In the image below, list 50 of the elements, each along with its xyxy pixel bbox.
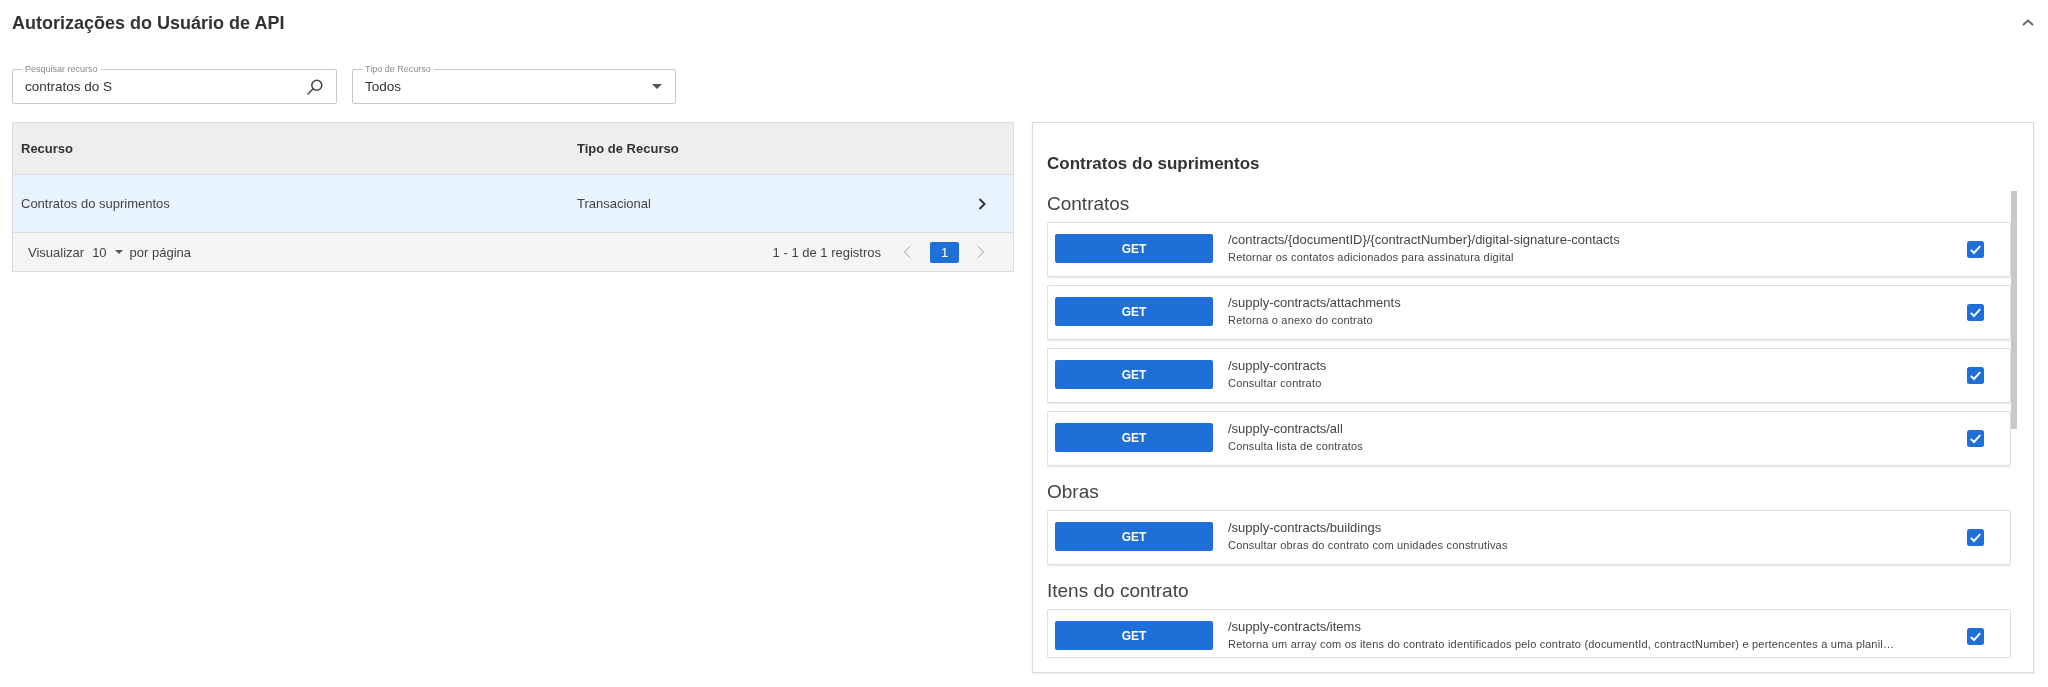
search-field[interactable]: Pesquisar recurso contratos do S — [12, 64, 337, 104]
chevron-right-icon — [977, 246, 985, 258]
group-heading: Contratos — [1047, 193, 1130, 215]
panel-title: Contratos do suprimentos — [1047, 154, 1260, 174]
checkbox[interactable] — [1967, 304, 1984, 321]
checkbox[interactable] — [1967, 628, 1984, 645]
checkbox[interactable] — [1967, 367, 1984, 384]
resource-type-select[interactable]: Tipo de Recurso Todos — [352, 64, 676, 104]
endpoint-description: Consultar obras do contrato com unidades construtivas — [1228, 538, 1508, 552]
group-heading: Obras — [1047, 481, 1099, 503]
group-heading: Itens do contrato — [1047, 580, 1189, 602]
table-cell: Transacional — [577, 196, 651, 211]
column-header: Recurso — [21, 141, 74, 156]
checkbox[interactable] — [1967, 529, 1984, 546]
records-range: 1 - 1 de 1 registros — [772, 244, 881, 260]
method-button[interactable]: GET — [1055, 234, 1213, 263]
column-header: Tipo de Recurso — [577, 141, 679, 156]
chevron-left-icon — [903, 246, 911, 258]
scrollbar-thumb[interactable] — [2011, 191, 2017, 429]
method-button[interactable]: GET — [1055, 423, 1213, 452]
chevron-up-icon — [2022, 19, 2034, 26]
show-label: Visualizar — [28, 244, 85, 260]
method-button[interactable]: GET — [1055, 297, 1213, 326]
endpoint-path: /supply-contracts/buildings — [1228, 520, 1382, 536]
caret-down-icon — [652, 84, 662, 89]
method-button[interactable]: GET — [1055, 360, 1213, 389]
endpoint-description: Consultar contrato — [1228, 376, 1322, 390]
section-title: Autorizações do Usuário de API — [12, 11, 285, 34]
checkbox[interactable] — [1967, 430, 1984, 447]
endpoint-description: Retorna um array com os itens do contrato identificados pelo contrato (documentId, contractNumber) e pertencentes a uma planil… — [1228, 637, 1895, 651]
endpoint-path: /supply-contracts/items — [1228, 619, 1361, 635]
page-size-select[interactable]: 10 — [92, 244, 123, 260]
checkbox[interactable] — [1967, 241, 1984, 258]
table-cell: Contratos do suprimentos — [21, 196, 170, 211]
endpoint-path: /supply-contracts/all — [1228, 421, 1343, 437]
endpoint-description: Retornar os contatos adicionados para assinatura digital — [1228, 250, 1514, 264]
endpoint-description: Retorna o anexo do contrato — [1228, 313, 1373, 327]
method-button[interactable]: GET — [1055, 522, 1213, 551]
search-icon[interactable] — [307, 78, 323, 95]
caret-down-icon — [114, 250, 123, 254]
method-button[interactable]: GET — [1055, 621, 1213, 650]
collapse-button[interactable] — [2022, 19, 2034, 26]
table-row[interactable]: Contratos do suprimentos Transacional — [13, 175, 1013, 233]
endpoint-path: /supply-contracts/attachments — [1228, 295, 1401, 311]
endpoint-path: /supply-contracts — [1228, 358, 1327, 374]
endpoint-description: Consulta lista de contratos — [1228, 439, 1364, 453]
chevron-right-icon[interactable] — [978, 197, 986, 210]
page-button[interactable]: 1 — [930, 241, 959, 263]
per-page-label: por página — [129, 244, 192, 260]
endpoint-path: /contracts/{documentID}/{contractNumber}/digital-signature-contacts — [1228, 232, 1620, 248]
